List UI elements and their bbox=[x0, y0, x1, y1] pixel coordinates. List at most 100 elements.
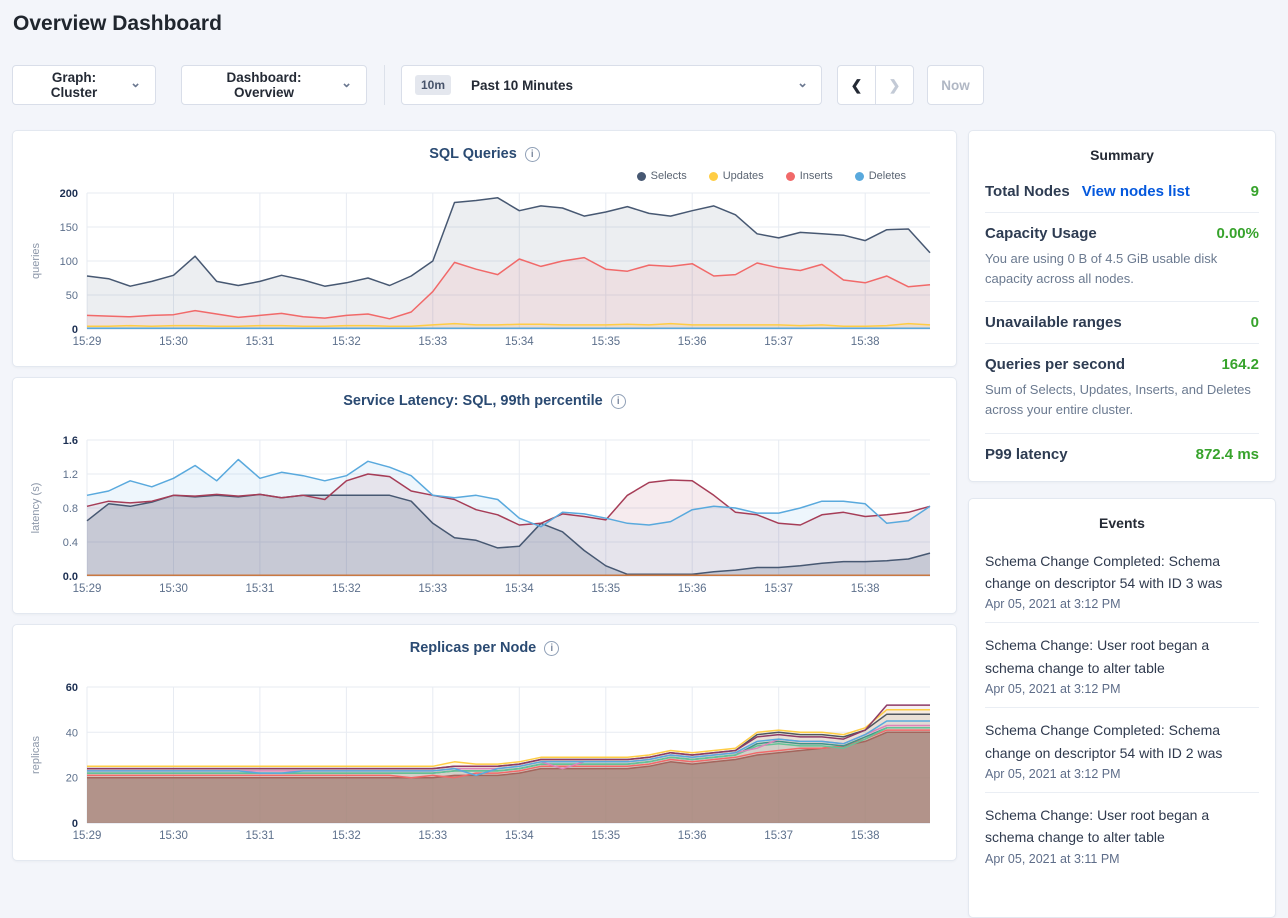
legend-dot-icon bbox=[786, 172, 795, 181]
svg-text:0.0: 0.0 bbox=[63, 571, 78, 583]
svg-text:15:37: 15:37 bbox=[764, 830, 793, 842]
svg-text:15:35: 15:35 bbox=[591, 336, 620, 348]
summary-value: 9 bbox=[1251, 183, 1259, 200]
svg-text:15:33: 15:33 bbox=[418, 830, 447, 842]
summary-row-qps: Queries per second 164.2 Sum of Selects,… bbox=[985, 343, 1259, 432]
info-icon[interactable]: i bbox=[525, 147, 540, 162]
svg-text:15:36: 15:36 bbox=[678, 583, 707, 595]
svg-text:15:32: 15:32 bbox=[332, 583, 361, 595]
event-text: Schema Change: User root began a schema … bbox=[985, 804, 1259, 849]
event-timestamp: Apr 05, 2021 at 3:12 PM bbox=[985, 597, 1259, 611]
replicas-per-node-chart: 15:2915:3015:3115:3215:3315:3415:3515:36… bbox=[27, 681, 942, 849]
service-latency-card: Service Latency: SQL, 99th percentile i … bbox=[12, 377, 957, 614]
summary-title: Summary bbox=[985, 145, 1259, 171]
now-button[interactable]: Now bbox=[927, 65, 984, 105]
sql-queries-legend: Selects Updates Inserts Deletes bbox=[27, 165, 942, 187]
legend-label: Deletes bbox=[869, 170, 906, 182]
svg-text:15:33: 15:33 bbox=[418, 583, 447, 595]
svg-text:15:31: 15:31 bbox=[246, 336, 275, 348]
time-range-badge: 10m bbox=[415, 75, 451, 95]
legend-item[interactable]: Selects bbox=[637, 170, 687, 182]
legend-item[interactable]: Deletes bbox=[855, 170, 906, 182]
summary-row-capacity: Capacity Usage 0.00% You are using 0 B o… bbox=[985, 212, 1259, 301]
chevron-down-icon: ⌄ bbox=[797, 78, 808, 88]
sql-queries-card: SQL Queries i Selects Updates Inserts Delet… bbox=[12, 130, 957, 367]
dashboard-dropdown-label: Dashboard: Overview bbox=[196, 70, 332, 100]
sql-queries-title: SQL Queries bbox=[429, 146, 517, 162]
service-latency-title: Service Latency: SQL, 99th percentile bbox=[343, 393, 603, 409]
events-list: Schema Change Completed: Schema change o… bbox=[985, 539, 1259, 877]
svg-text:15:34: 15:34 bbox=[505, 830, 534, 842]
svg-text:15:29: 15:29 bbox=[73, 583, 102, 595]
summary-panel: Summary Total Nodes View nodes list 9 Ca… bbox=[968, 130, 1276, 482]
summary-label: Queries per second bbox=[985, 356, 1125, 373]
time-nav-group: ❮ ❯ bbox=[837, 65, 914, 105]
svg-text:0.8: 0.8 bbox=[63, 503, 78, 515]
svg-text:15:35: 15:35 bbox=[591, 583, 620, 595]
info-icon[interactable]: i bbox=[544, 641, 559, 656]
svg-text:15:33: 15:33 bbox=[418, 336, 447, 348]
summary-label: Unavailable ranges bbox=[985, 314, 1122, 331]
info-icon[interactable]: i bbox=[611, 394, 626, 409]
svg-text:200: 200 bbox=[60, 188, 78, 200]
summary-value: 164.2 bbox=[1221, 356, 1259, 373]
replicas-per-node-card: Replicas per Node i 15:2915:3015:3115:32… bbox=[12, 624, 957, 861]
event-text: Schema Change Completed: Schema change o… bbox=[985, 550, 1259, 595]
summary-label: Capacity Usage bbox=[985, 225, 1097, 242]
legend-label: Inserts bbox=[800, 170, 833, 182]
event-timestamp: Apr 05, 2021 at 3:12 PM bbox=[985, 682, 1259, 696]
svg-text:0.4: 0.4 bbox=[63, 537, 78, 549]
svg-text:150: 150 bbox=[60, 222, 78, 234]
event-timestamp: Apr 05, 2021 at 3:11 PM bbox=[985, 852, 1259, 866]
chevron-right-icon: ❯ bbox=[889, 77, 901, 94]
dashboard-dropdown[interactable]: Dashboard: Overview ⌄ bbox=[181, 65, 367, 105]
svg-text:15:32: 15:32 bbox=[332, 336, 361, 348]
svg-text:15:34: 15:34 bbox=[505, 336, 534, 348]
svg-text:15:36: 15:36 bbox=[678, 830, 707, 842]
event-item: Schema Change: User root began a schema … bbox=[985, 792, 1259, 877]
summary-value: 0.00% bbox=[1216, 225, 1259, 242]
event-timestamp: Apr 05, 2021 at 3:12 PM bbox=[985, 767, 1259, 781]
svg-text:15:38: 15:38 bbox=[851, 583, 880, 595]
summary-label: P99 latency bbox=[985, 446, 1068, 463]
svg-text:100: 100 bbox=[60, 256, 78, 268]
event-text: Schema Change: User root began a schema … bbox=[985, 634, 1259, 679]
events-title: Events bbox=[985, 513, 1259, 539]
event-item: Schema Change: User root began a schema … bbox=[985, 622, 1259, 707]
event-text: Schema Change Completed: Schema change o… bbox=[985, 719, 1259, 764]
events-panel: Events Schema Change Completed: Schema c… bbox=[968, 498, 1276, 918]
summary-row-total-nodes: Total Nodes View nodes list 9 bbox=[985, 171, 1259, 212]
svg-text:15:37: 15:37 bbox=[764, 336, 793, 348]
legend-dot-icon bbox=[637, 172, 646, 181]
legend-dot-icon bbox=[709, 172, 718, 181]
svg-text:15:38: 15:38 bbox=[851, 830, 880, 842]
svg-text:15:32: 15:32 bbox=[332, 830, 361, 842]
svg-text:50: 50 bbox=[66, 290, 78, 302]
time-range-label: Past 10 Minutes bbox=[471, 78, 573, 93]
legend-item[interactable]: Updates bbox=[709, 170, 764, 182]
svg-text:queries: queries bbox=[30, 242, 42, 279]
right-column: Summary Total Nodes View nodes list 9 Ca… bbox=[968, 130, 1276, 918]
view-nodes-list-link[interactable]: View nodes list bbox=[1082, 183, 1190, 200]
time-next-button[interactable]: ❯ bbox=[875, 65, 914, 105]
svg-text:0: 0 bbox=[72, 818, 78, 830]
summary-row-p99: P99 latency 872.4 ms bbox=[985, 433, 1259, 475]
svg-text:15:30: 15:30 bbox=[159, 336, 188, 348]
svg-text:15:34: 15:34 bbox=[505, 583, 534, 595]
svg-text:15:30: 15:30 bbox=[159, 830, 188, 842]
charts-column: SQL Queries i Selects Updates Inserts Delet… bbox=[12, 130, 957, 871]
summary-row-unavailable: Unavailable ranges 0 bbox=[985, 301, 1259, 343]
page-title: Overview Dashboard bbox=[13, 12, 222, 36]
time-prev-button[interactable]: ❮ bbox=[837, 65, 876, 105]
svg-text:replicas: replicas bbox=[30, 736, 42, 774]
sql-queries-chart: 15:2915:3015:3115:3215:3315:3415:3515:36… bbox=[27, 187, 942, 355]
time-range-picker[interactable]: 10m Past 10 Minutes ⌄ bbox=[401, 65, 822, 105]
summary-label: Total Nodes bbox=[985, 183, 1070, 200]
toolbar-divider bbox=[384, 65, 385, 105]
svg-text:60: 60 bbox=[66, 682, 78, 694]
svg-text:15:37: 15:37 bbox=[764, 583, 793, 595]
legend-item[interactable]: Inserts bbox=[786, 170, 833, 182]
svg-text:15:29: 15:29 bbox=[73, 830, 102, 842]
graph-dropdown[interactable]: Graph: Cluster ⌄ bbox=[12, 65, 156, 105]
svg-text:15:36: 15:36 bbox=[678, 336, 707, 348]
